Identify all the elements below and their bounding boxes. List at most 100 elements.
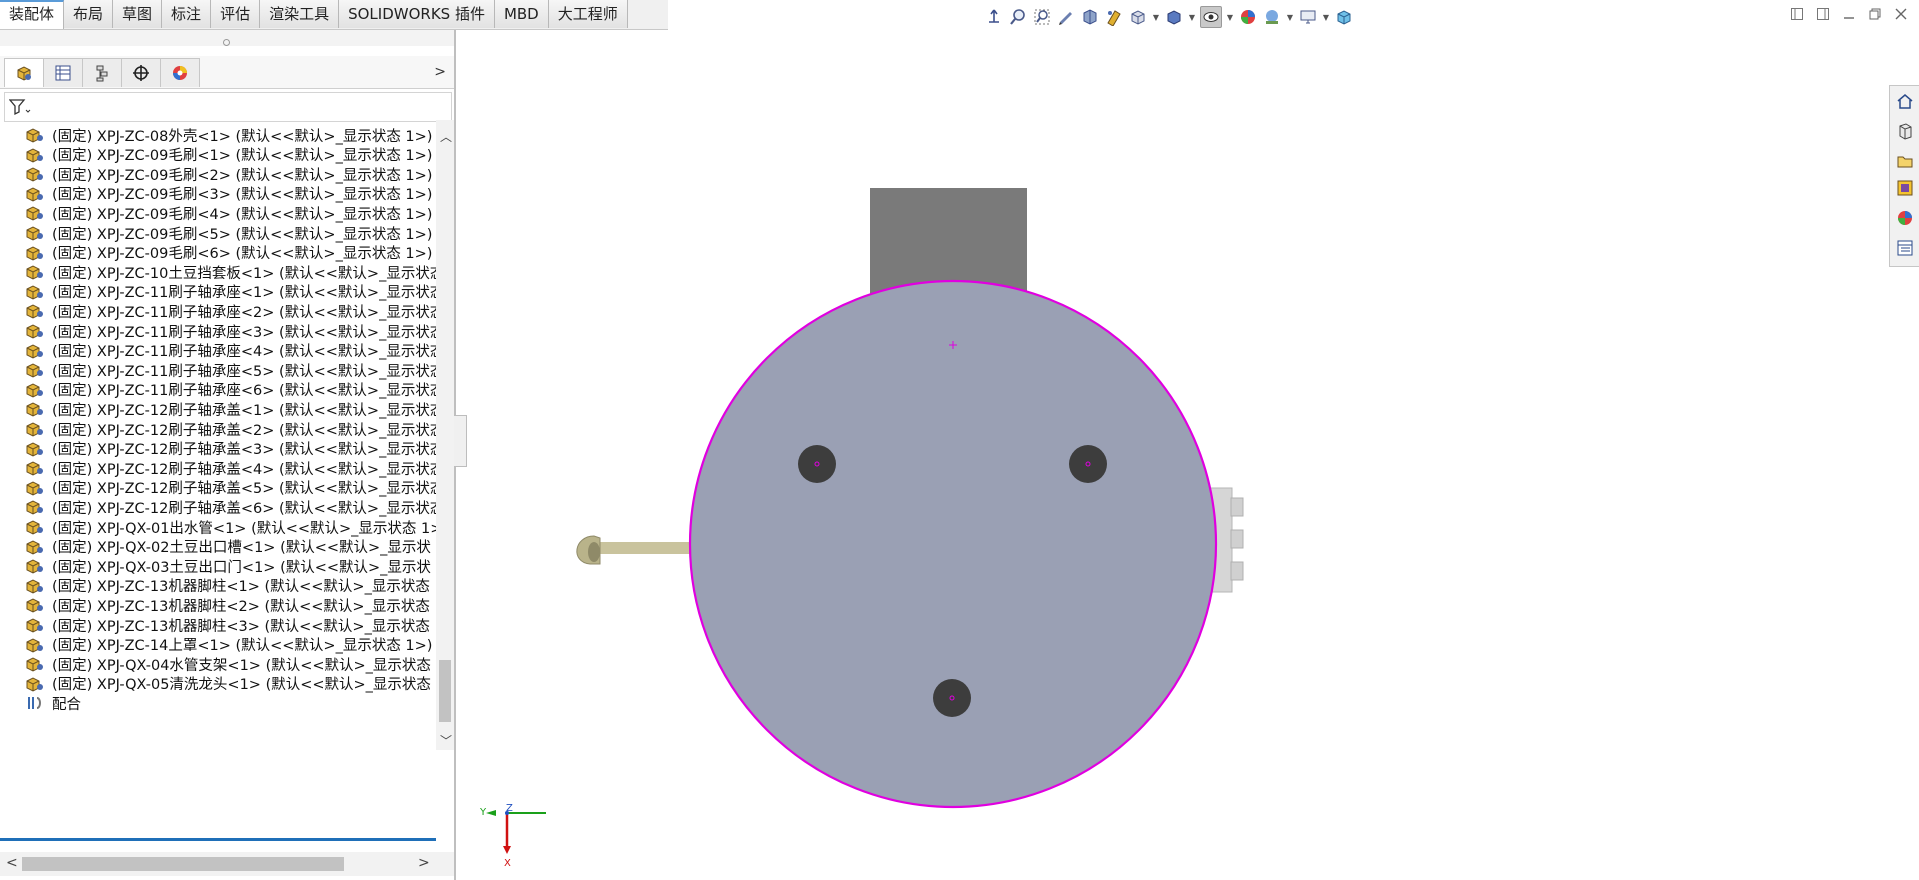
tab-command-0[interactable]: 装配体 <box>0 0 65 29</box>
restore-icon[interactable] <box>1867 6 1883 22</box>
feature-manager-panel: > (固定) XPJ-ZC-08外壳<1> (默认<<默认>_显示状态 1>)(… <box>0 30 456 880</box>
part-icon <box>26 540 43 555</box>
part-icon <box>26 638 43 653</box>
part-icon <box>26 128 43 143</box>
chevron-down-icon[interactable]: ▼ <box>1322 7 1330 27</box>
tab-command-5[interactable]: 渲染工具 <box>260 0 340 28</box>
tree-vertical-scrollbar[interactable]: ︿ ﹀ <box>436 120 454 750</box>
window-controls <box>1789 6 1909 22</box>
tab-configuration-manager[interactable] <box>82 58 122 87</box>
tree-rollback-bar[interactable] <box>0 838 436 841</box>
feature-tree: (固定) XPJ-ZC-08外壳<1> (默认<<默认>_显示状态 1>) (固定… <box>0 120 436 725</box>
tab-command-4[interactable]: 评估 <box>211 0 261 28</box>
part-icon <box>26 461 43 476</box>
part-icon <box>26 383 43 398</box>
part-icon <box>26 520 43 535</box>
tab-feature-manager[interactable] <box>4 58 44 87</box>
graphics-viewport[interactable]: Y Z X <box>466 30 1886 880</box>
filter-icon[interactable] <box>9 98 31 116</box>
chevron-down-icon[interactable]: ﹀ <box>440 732 452 749</box>
tab-property-manager[interactable] <box>43 58 83 87</box>
tab-display-manager[interactable] <box>160 58 200 87</box>
view-3d-icon[interactable] <box>1128 7 1148 27</box>
apply-scene-icon[interactable] <box>1262 7 1282 27</box>
design-library-icon[interactable] <box>1896 122 1914 140</box>
view-orientation-icon[interactable] <box>984 7 1004 27</box>
chevron-right-icon[interactable]: > <box>434 64 446 80</box>
machine-base-disk[interactable] <box>688 279 1218 809</box>
chevron-up-icon[interactable]: ︿ <box>440 128 452 145</box>
tab-command-3[interactable]: 标注 <box>162 0 212 28</box>
zoom-to-fit-icon[interactable] <box>1008 7 1028 27</box>
display-style-icon[interactable] <box>1164 7 1184 27</box>
tab-command-1[interactable]: 布局 <box>64 0 114 28</box>
home-icon[interactable] <box>1896 92 1914 110</box>
hide-show-icon[interactable] <box>1200 6 1222 28</box>
leg-hole[interactable] <box>798 445 836 483</box>
scrollbar-thumb[interactable] <box>439 660 451 722</box>
dynamic-annotation-icon[interactable] <box>1104 7 1124 27</box>
mates-label: 配合 <box>52 696 81 713</box>
close-icon[interactable] <box>1893 6 1909 22</box>
leg-hole[interactable] <box>1069 445 1107 483</box>
heads-up-view-toolbar: ▼ ▼ ▼ ▼ ▼ <box>984 5 1354 29</box>
chevron-down-icon[interactable]: ▼ <box>1226 7 1234 27</box>
part-icon <box>26 226 43 241</box>
view-settings-icon[interactable] <box>1298 7 1318 27</box>
tab-command-8[interactable]: 大工程师 <box>548 0 628 28</box>
chevron-down-icon[interactable]: ▼ <box>1152 7 1160 27</box>
part-icon <box>26 618 43 633</box>
chevron-down-icon[interactable]: ▼ <box>1188 7 1196 27</box>
restore-pane-right-icon[interactable] <box>1815 6 1831 22</box>
part-icon <box>26 324 43 339</box>
tab-dimxpert-manager[interactable] <box>121 58 161 87</box>
leg-hole[interactable] <box>933 679 971 717</box>
task-pane-tabs <box>1889 85 1919 267</box>
part-icon <box>26 246 43 261</box>
custom-properties-icon[interactable] <box>1896 239 1914 257</box>
property-manager-icon <box>55 65 71 81</box>
restore-pane-left-icon[interactable] <box>1789 6 1805 22</box>
tree-component-row[interactable]: (固定) XPJ-QX-05清洗龙头<1> (默认<<默认>_显示状态 <box>24 672 431 696</box>
part-icon <box>26 442 43 457</box>
part-icon <box>26 187 43 202</box>
mates-icon <box>28 697 41 710</box>
appearance-icon <box>173 66 187 80</box>
tab-command-2[interactable]: 草图 <box>113 0 163 28</box>
chevron-right-icon[interactable]: > <box>418 855 430 871</box>
appearances-icon[interactable] <box>1896 209 1914 227</box>
part-icon <box>26 285 43 300</box>
tab-command-6[interactable]: SOLIDWORKS 插件 <box>339 0 495 28</box>
water-pipe[interactable] <box>576 535 694 565</box>
configuration-manager-icon <box>96 65 108 82</box>
part-icon <box>26 304 43 319</box>
file-explorer-icon[interactable] <box>1896 152 1914 170</box>
edit-appearance-icon[interactable] <box>1238 7 1258 27</box>
minimize-icon[interactable] <box>1841 6 1857 22</box>
tree-row-label: (固定) XPJ-QX-05清洗龙头<1> (默认<<默认>_显示状态 <box>52 677 431 694</box>
zoom-to-area-icon[interactable] <box>1032 7 1052 27</box>
panel-splitter[interactable] <box>0 30 454 46</box>
tree-horizontal-scrollbar[interactable]: < > <box>0 852 454 876</box>
chevron-down-icon[interactable]: ▼ <box>1286 7 1294 27</box>
chevron-left-icon[interactable]: < <box>6 855 18 871</box>
part-icon <box>26 167 43 182</box>
view-palette-icon[interactable] <box>1896 179 1914 197</box>
cube-icon[interactable] <box>1334 7 1354 27</box>
tree-mates-row[interactable]: 配合 <box>24 691 81 715</box>
part-icon <box>26 677 43 692</box>
splitter-grip-icon[interactable] <box>223 39 230 46</box>
section-view-icon[interactable] <box>1080 7 1100 27</box>
triad-x-label: X <box>504 858 511 869</box>
feature-manager-icon <box>17 66 31 81</box>
tab-command-7[interactable]: MBD <box>494 0 549 28</box>
tree-filter-bar[interactable] <box>4 92 452 122</box>
part-icon <box>26 579 43 594</box>
previous-view-icon[interactable] <box>1056 7 1076 27</box>
part-icon <box>26 402 43 417</box>
part-icon <box>26 206 43 221</box>
part-icon <box>26 598 43 613</box>
part-icon <box>26 657 43 672</box>
part-icon <box>26 148 43 163</box>
scrollbar-thumb[interactable] <box>22 857 344 871</box>
